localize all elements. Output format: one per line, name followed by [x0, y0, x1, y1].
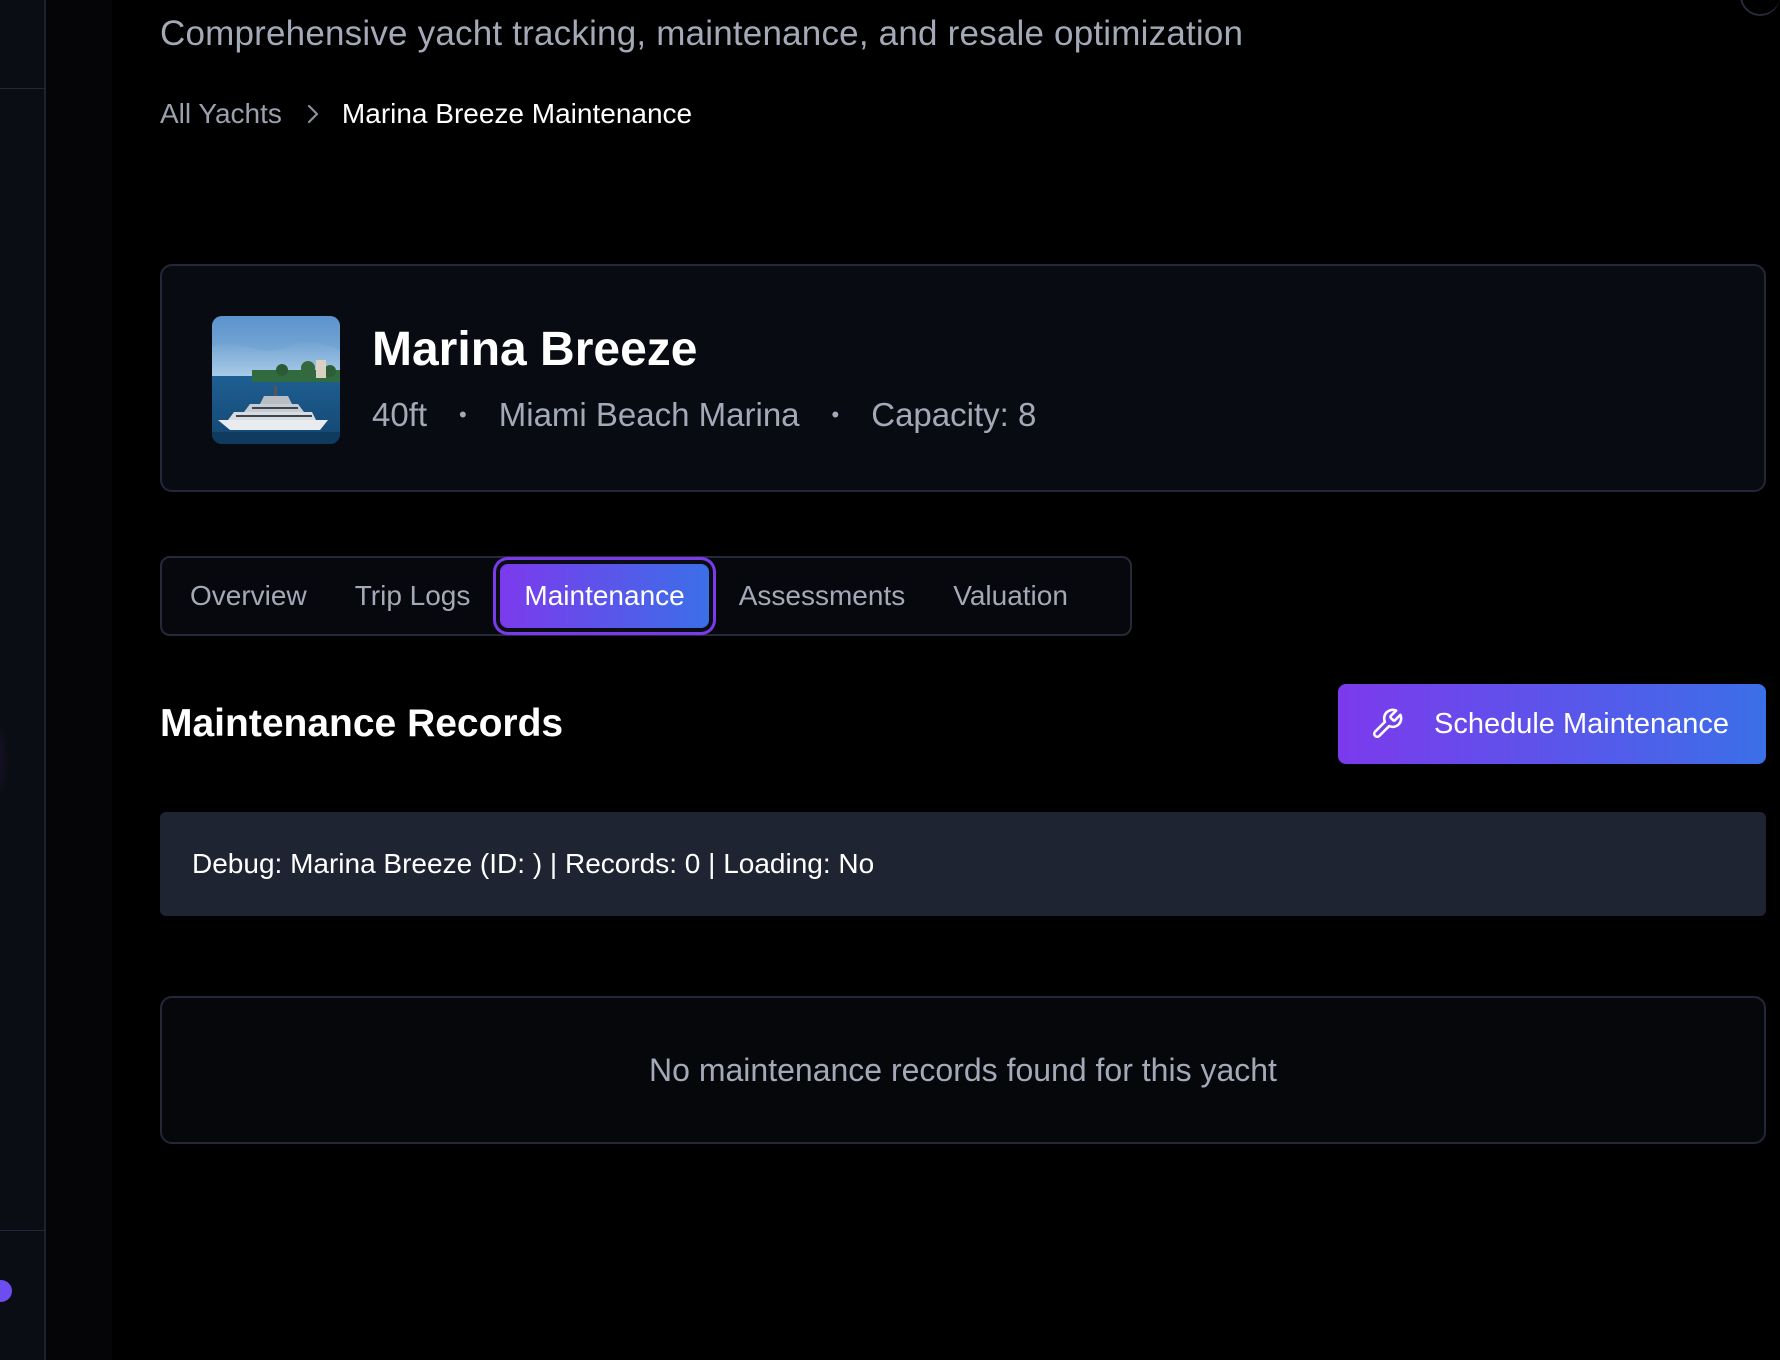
- yacht-meta: 40ft • Miami Beach Marina • Capacity: 8: [372, 396, 1036, 434]
- tab-maintenance[interactable]: Maintenance: [500, 564, 709, 628]
- yacht-length: 40ft: [372, 396, 428, 433]
- header-corner: [1740, 0, 1780, 16]
- maintenance-empty-state: No maintenance records found for this ya…: [160, 996, 1766, 1144]
- sidebar-divider: [0, 1230, 46, 1231]
- schedule-maintenance-label: Schedule Maintenance: [1434, 707, 1730, 740]
- meta-separator: •: [459, 402, 467, 427]
- breadcrumb-current: Marina Breeze Maintenance: [341, 98, 693, 129]
- tab-valuation[interactable]: Valuation: [929, 564, 1092, 628]
- sidebar-divider: [0, 88, 46, 89]
- app-root: Comprehensive yacht tracking, maintenanc…: [0, 0, 1780, 1360]
- debug-info-bar: Debug: Marina Breeze (ID: ) | Records: 0…: [160, 812, 1766, 916]
- user-avatar[interactable]: [0, 1280, 12, 1302]
- chevron-right-icon: [306, 103, 320, 125]
- breadcrumb-all-yachts[interactable]: All Yachts: [160, 98, 282, 130]
- yacht-location: Miami Beach Marina: [498, 396, 800, 433]
- wrench-icon: [1370, 707, 1404, 741]
- yacht-name: Marina Breeze: [372, 323, 698, 376]
- tab-overview[interactable]: Overview: [166, 564, 331, 628]
- content-gutter: [46, 0, 112, 1360]
- schedule-maintenance-button[interactable]: Schedule Maintenance: [1338, 684, 1766, 764]
- empty-state-message: No maintenance records found for this ya…: [649, 1051, 1277, 1088]
- tab-assessments[interactable]: Assessments: [715, 564, 930, 628]
- yacht-tabs: Overview Trip Logs Maintenance Assessmen…: [160, 556, 1132, 636]
- yacht-summary-card: Marina Breeze 40ft • Miami Beach Marina …: [160, 264, 1766, 492]
- sidebar-glow: [0, 700, 10, 820]
- section-title: Maintenance Records: [160, 702, 564, 745]
- yacht-photo: [212, 316, 340, 444]
- meta-separator: •: [831, 402, 840, 427]
- page-subtitle: Comprehensive yacht tracking, maintenanc…: [160, 14, 1244, 53]
- sidebar: [0, 0, 46, 1360]
- breadcrumb: All Yachts Marina Breeze Maintenance: [160, 98, 692, 130]
- yacht-capacity: Capacity: 8: [871, 396, 1037, 433]
- debug-text: Debug: Marina Breeze (ID: ) | Records: 0…: [192, 848, 875, 879]
- tab-trip-logs[interactable]: Trip Logs: [331, 564, 495, 628]
